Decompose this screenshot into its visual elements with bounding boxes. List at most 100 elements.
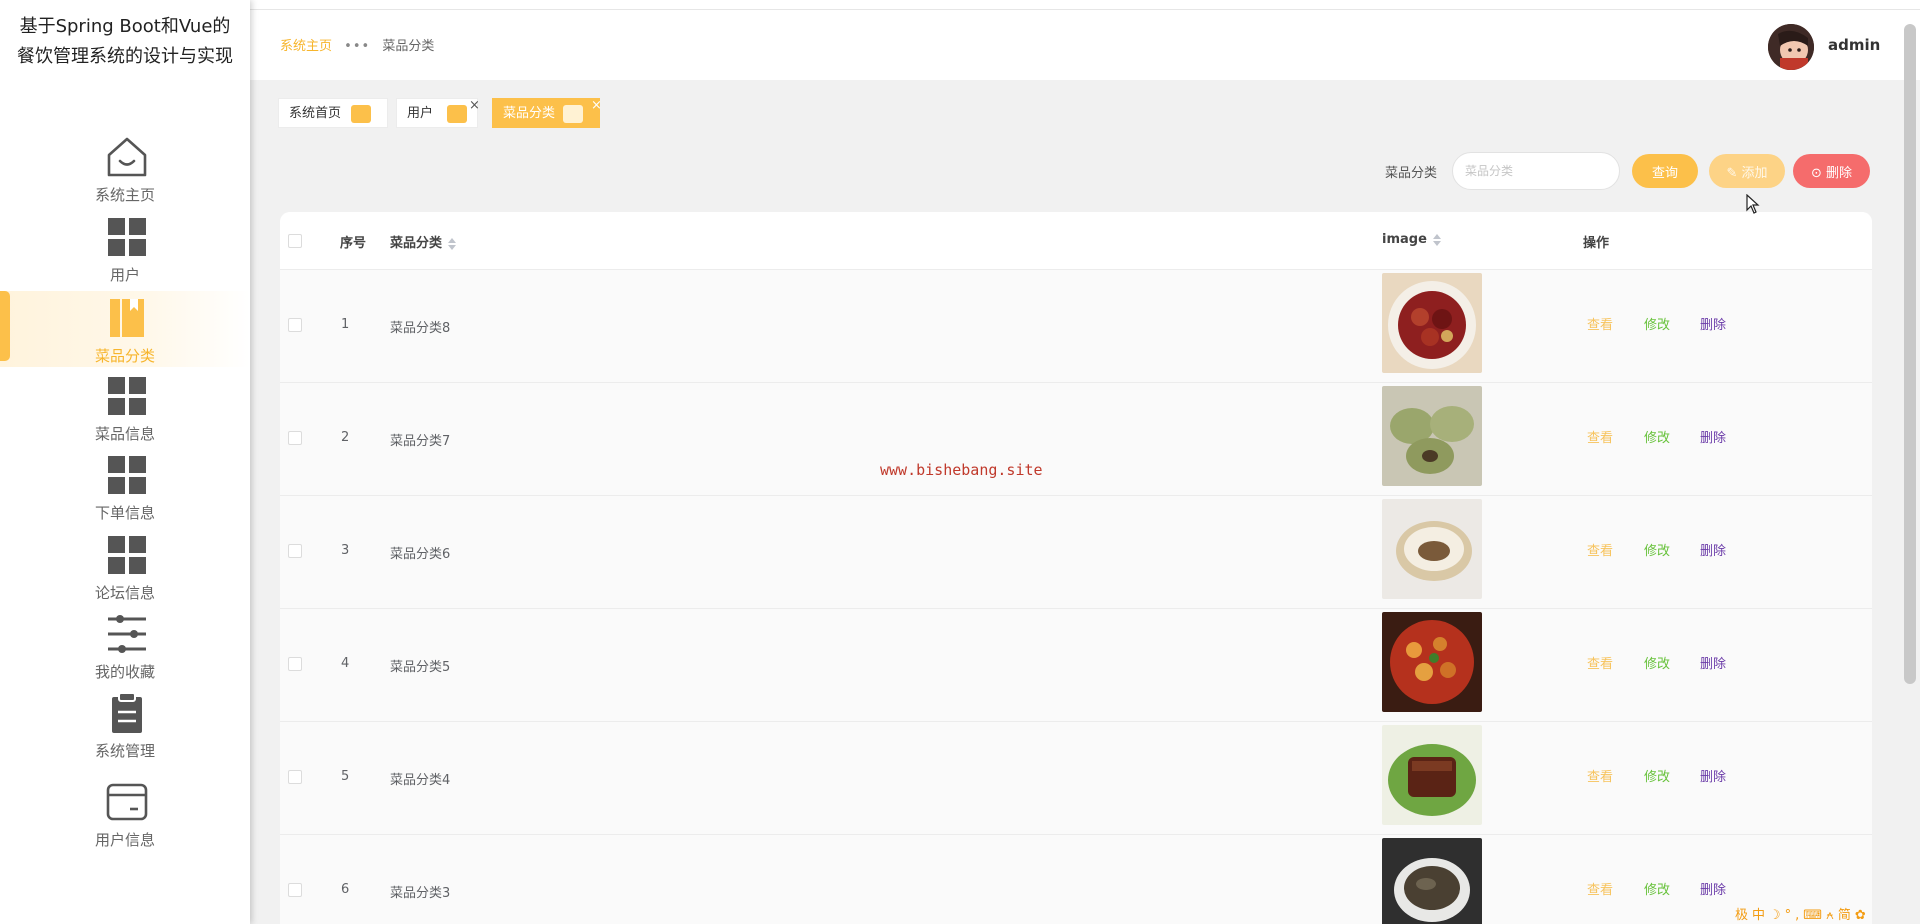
watermark: www.bishebang.site xyxy=(880,461,1043,479)
avatar[interactable] xyxy=(1768,24,1814,70)
delete-link[interactable]: 删除 xyxy=(1700,314,1726,333)
row-category: 菜品分类4 xyxy=(390,773,451,788)
edit-link[interactable]: 修改 xyxy=(1644,314,1670,333)
row-index: 4 xyxy=(341,656,350,671)
sidebar-item-orders[interactable]: 下单信息 xyxy=(0,448,250,524)
username[interactable]: admin xyxy=(1828,36,1880,54)
edit-link[interactable]: 修改 xyxy=(1644,540,1670,559)
scrollbar[interactable] xyxy=(1904,24,1916,684)
sidebar-item-favorites[interactable]: 我的收藏 xyxy=(0,607,250,683)
book-icon xyxy=(110,299,144,337)
row-index: 5 xyxy=(341,769,350,784)
sidebar: 基于Spring Boot和Vue的餐饮管理系统的设计与实现 系统主页 用户 菜… xyxy=(0,0,250,924)
sort-icon[interactable] xyxy=(448,237,457,250)
top-bar: 系统主页 ••• 菜品分类 admin xyxy=(250,10,1920,80)
row-category: 菜品分类6 xyxy=(390,547,451,562)
search-label: 菜品分类 xyxy=(1385,166,1438,181)
view-link[interactable]: 查看 xyxy=(1587,653,1613,672)
data-table: 序号 菜品分类 image 操作 1 菜品分类8 查看 修改 删除 2 菜品分类7 查看 修改删… xyxy=(280,212,1872,924)
batch-delete-button[interactable]: ⊙ 删除 xyxy=(1793,154,1870,188)
row-index: 6 xyxy=(341,882,350,897)
table-row: 4 菜品分类5 查看 修改 删除 xyxy=(280,609,1872,722)
sidebar-item-label: 论坛信息 xyxy=(94,584,155,602)
table-row: 2 菜品分类7 查看 修改 删除 xyxy=(280,383,1872,496)
sidebar-item-system[interactable]: 系统管理 xyxy=(0,686,250,762)
home-icon xyxy=(107,137,147,177)
braised-meat-photo xyxy=(1382,273,1482,373)
sort-icon[interactable] xyxy=(1432,233,1441,246)
add-button[interactable]: ✎ 添加 xyxy=(1709,154,1785,188)
edit-link[interactable]: 修改 xyxy=(1644,766,1670,785)
ime-toolbar[interactable]: 极中☽°,⌨⍲简✿ xyxy=(1735,904,1870,924)
delete-link[interactable]: 删除 xyxy=(1700,766,1726,785)
edit-link[interactable]: 修改 xyxy=(1644,653,1670,672)
select-all-checkbox[interactable] xyxy=(288,234,302,248)
dish-image[interactable] xyxy=(1382,273,1482,373)
sidebar-item-home[interactable]: 系统主页 xyxy=(0,130,250,206)
edit-link[interactable]: 修改 xyxy=(1644,879,1670,898)
sidebar-item-dish-info[interactable]: 菜品信息 xyxy=(0,369,250,445)
sidebar-item-users[interactable]: 用户 xyxy=(0,210,250,286)
soup-bowl-photo xyxy=(1382,838,1482,924)
pork-belly-photo xyxy=(1382,725,1482,825)
row-index: 1 xyxy=(341,317,350,332)
breadcrumb-separator: ••• xyxy=(344,39,371,54)
dish-image[interactable] xyxy=(1382,725,1482,825)
view-link[interactable]: 查看 xyxy=(1587,879,1613,898)
dish-image[interactable] xyxy=(1382,499,1482,599)
close-icon[interactable]: × xyxy=(469,91,480,121)
edit-icon: ✎ xyxy=(1726,165,1742,181)
close-icon[interactable]: × xyxy=(591,91,602,121)
table-row: 6 菜品分类3 查看 修改 删除 xyxy=(280,835,1872,924)
tab-dish-category[interactable]: 菜品分类 × xyxy=(492,98,602,128)
delete-link[interactable]: 删除 xyxy=(1700,540,1726,559)
row-category: 菜品分类3 xyxy=(390,886,451,901)
sidebar-item-label: 菜品信息 xyxy=(94,425,155,443)
column-category[interactable]: 菜品分类 xyxy=(390,232,457,251)
row-index: 3 xyxy=(341,543,350,558)
row-checkbox[interactable] xyxy=(288,657,302,671)
view-link[interactable]: 查看 xyxy=(1587,540,1613,559)
row-checkbox[interactable] xyxy=(288,883,302,897)
search-input[interactable] xyxy=(1452,152,1620,190)
clipboard-icon xyxy=(112,692,142,733)
sidebar-item-user-info[interactable]: 用户信息 xyxy=(0,775,250,851)
delete-link[interactable]: 删除 xyxy=(1700,653,1726,672)
grid-icon xyxy=(108,536,146,574)
tab-label: 系统首页 xyxy=(289,106,342,121)
row-checkbox[interactable] xyxy=(288,544,302,558)
tab-heart-icon xyxy=(351,105,371,123)
breadcrumb-current: 菜品分类 xyxy=(382,39,435,54)
sidebar-item-dish-category[interactable]: 菜品分类 xyxy=(0,291,250,367)
circle-delete-icon: ⊙ xyxy=(1810,165,1826,181)
sidebar-item-forum[interactable]: 论坛信息 xyxy=(0,528,250,604)
row-checkbox[interactable] xyxy=(288,431,302,445)
row-checkbox[interactable] xyxy=(288,770,302,784)
table-row: 1 菜品分类8 查看 修改 删除 xyxy=(280,270,1872,383)
dish-image[interactable] xyxy=(1382,612,1482,712)
row-checkbox[interactable] xyxy=(288,318,302,332)
tab-users[interactable]: 用户 × xyxy=(396,98,480,128)
view-link[interactable]: 查看 xyxy=(1587,766,1613,785)
query-button[interactable]: 查询 xyxy=(1632,154,1698,188)
window-top-edge xyxy=(0,0,1920,10)
delete-link[interactable]: 删除 xyxy=(1700,427,1726,446)
dish-image[interactable] xyxy=(1382,386,1482,486)
sliders-icon xyxy=(108,615,146,653)
delete-link[interactable]: 删除 xyxy=(1700,879,1726,898)
sidebar-item-label: 菜品分类 xyxy=(94,347,155,365)
green-pastry-photo xyxy=(1382,386,1482,486)
view-link[interactable]: 查看 xyxy=(1587,427,1613,446)
tab-home[interactable]: 系统首页 xyxy=(278,98,388,128)
dish-image[interactable] xyxy=(1382,838,1482,924)
sidebar-item-label: 下单信息 xyxy=(94,504,155,522)
grid-icon xyxy=(108,218,146,256)
edit-link[interactable]: 修改 xyxy=(1644,427,1670,446)
breadcrumb-home[interactable]: 系统主页 xyxy=(280,39,332,54)
table-header: 序号 菜品分类 image 操作 xyxy=(280,212,1872,270)
sidebar-item-label: 系统管理 xyxy=(94,742,155,760)
column-image[interactable]: image xyxy=(1382,232,1441,247)
delete-button-label: 删除 xyxy=(1826,165,1853,181)
view-link[interactable]: 查看 xyxy=(1587,314,1613,333)
stuffed-bun-photo xyxy=(1382,499,1482,599)
